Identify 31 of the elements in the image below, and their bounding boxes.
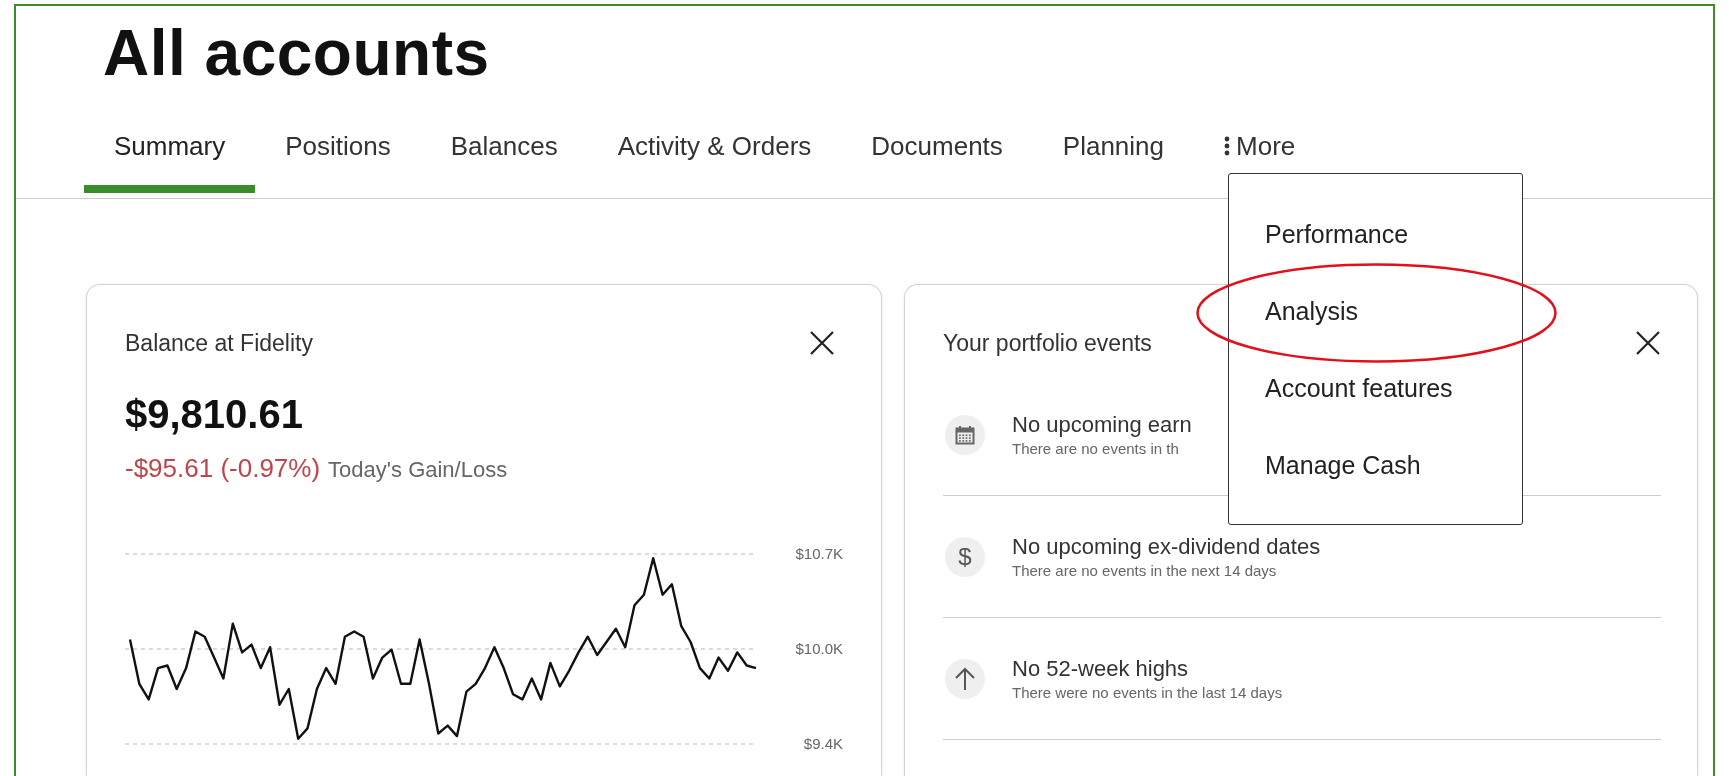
event-title: No upcoming ex-dividend dates bbox=[1012, 532, 1321, 561]
event-title: No upcoming earn bbox=[1012, 410, 1192, 439]
vertical-dots-icon bbox=[1224, 136, 1230, 156]
menu-item[interactable]: Manage Cash bbox=[1265, 451, 1421, 479]
event-subtitle: There are no events in the next 14 days bbox=[1012, 560, 1277, 581]
tab[interactable]: Documents bbox=[841, 117, 1033, 193]
menu-item[interactable]: Analysis bbox=[1265, 297, 1359, 325]
card-title: Your portfolio events bbox=[943, 329, 1152, 357]
menu-item[interactable]: Account features bbox=[1265, 374, 1453, 402]
balance-amount: $9,810.61 bbox=[125, 391, 304, 438]
axis-label: $10.7K bbox=[795, 545, 843, 562]
axis-label: $10.0K bbox=[795, 640, 843, 657]
dollar-icon: $ bbox=[945, 536, 985, 577]
event-subtitle: There were no events in the last 14 days bbox=[1012, 682, 1283, 703]
tab[interactable]: Planning bbox=[1032, 117, 1194, 193]
tab[interactable]: Activity & Orders bbox=[587, 117, 842, 193]
gain-loss-value: -$95.61 (-0.97%) bbox=[125, 452, 321, 485]
menu-item[interactable]: Performance bbox=[1265, 220, 1409, 248]
tab[interactable]: Summary bbox=[84, 117, 256, 193]
card-title: Balance at Fidelity bbox=[125, 329, 313, 357]
event-title: No 52-week highs bbox=[1012, 654, 1189, 683]
page-title: All accounts bbox=[103, 18, 491, 88]
tab[interactable]: Positions bbox=[255, 117, 421, 193]
calendar-icon bbox=[945, 414, 985, 455]
tab[interactable]: Balances bbox=[420, 117, 588, 193]
close-icon[interactable] bbox=[1635, 330, 1661, 356]
close-icon[interactable] bbox=[809, 330, 835, 356]
gain-loss-label: Today's Gain/Loss bbox=[328, 456, 508, 484]
arrow-up-icon bbox=[945, 658, 985, 699]
axis-label: $9.4K bbox=[803, 735, 843, 752]
event-subtitle: There are no events in th bbox=[1012, 438, 1179, 459]
